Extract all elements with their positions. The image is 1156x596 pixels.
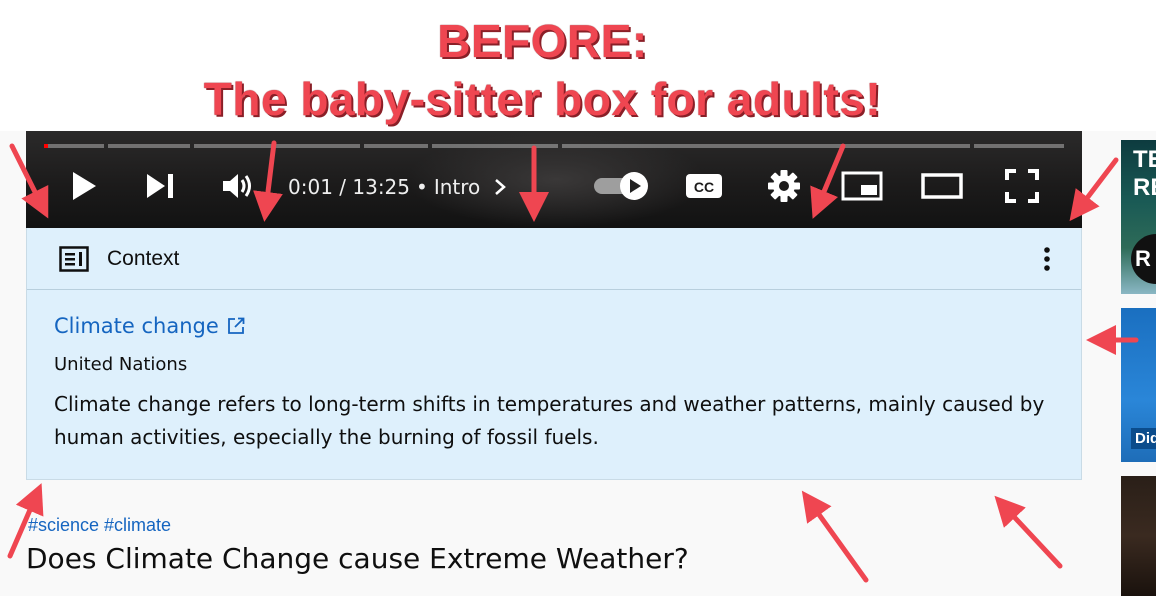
related-video-thumbnail[interactable]: Did — [1121, 308, 1156, 462]
chapter-segment[interactable] — [432, 144, 558, 148]
captions-button[interactable]: CC — [682, 166, 726, 206]
chapter-segment[interactable] — [48, 144, 104, 148]
chevron-right-icon[interactable] — [493, 178, 507, 196]
time-text: 0:01 / 13:25 — [288, 175, 411, 199]
external-link-icon — [227, 317, 245, 334]
context-title: Context — [107, 247, 180, 270]
annotation-arrow — [801, 490, 869, 583]
thumbnail-text: Did — [1131, 428, 1156, 449]
play-button[interactable] — [66, 166, 102, 206]
context-panel: Context Climate change United Nations Cl… — [26, 228, 1082, 480]
thumbnail-text: TE RE — [1133, 146, 1156, 201]
autoplay-icon — [594, 172, 648, 200]
related-video-thumbnail[interactable] — [1121, 476, 1156, 596]
annotation-arrow — [994, 495, 1063, 569]
settings-button[interactable] — [762, 166, 806, 206]
volume-icon — [223, 174, 251, 198]
annotation-title: BEFORE: — [437, 15, 648, 67]
more-vert-icon[interactable] — [1035, 244, 1059, 274]
next-icon — [147, 174, 173, 198]
chapter-segment[interactable] — [194, 144, 360, 148]
context-source: United Nations — [54, 354, 188, 375]
annotation-arrow — [1069, 157, 1119, 222]
chapter-segment[interactable] — [562, 144, 970, 148]
context-header: Context — [27, 228, 1081, 290]
annotation-subtitle: The baby-sitter box for adults! — [203, 73, 882, 125]
fullscreen-icon — [1005, 169, 1039, 203]
progress-bar[interactable] — [44, 144, 1064, 148]
next-button[interactable] — [142, 166, 178, 206]
miniplayer-button[interactable] — [840, 166, 884, 206]
context-body: Climate change refers to long-term shift… — [54, 392, 1045, 449]
theater-icon — [921, 173, 963, 199]
video-title: Does Climate Change cause Extreme Weathe… — [26, 542, 689, 575]
time-display: 0:01 / 13:25 • Intro — [288, 175, 507, 199]
play-icon — [73, 172, 96, 200]
chapter-segment[interactable] — [364, 144, 428, 148]
theater-button[interactable] — [920, 166, 964, 206]
volume-button[interactable] — [218, 166, 258, 206]
miniplayer-icon — [841, 171, 883, 201]
separator-dot: • — [416, 175, 428, 199]
related-video-thumbnail[interactable]: TE RE R — [1121, 140, 1156, 294]
autoplay-toggle[interactable] — [592, 166, 650, 206]
context-link-text[interactable]: Climate change — [54, 314, 219, 338]
captions-label: CC — [694, 179, 714, 195]
thumbnail-badge-letter: R — [1135, 246, 1151, 271]
context-link[interactable]: Climate change — [54, 314, 245, 338]
chapter-segment[interactable] — [974, 144, 1064, 148]
context-info-icon — [59, 246, 89, 272]
gear-icon — [768, 170, 800, 202]
captions-icon: CC — [686, 174, 722, 198]
chapter-title[interactable]: Intro — [434, 175, 480, 199]
video-hashtags[interactable]: #science #climate — [28, 515, 171, 536]
fullscreen-button[interactable] — [1000, 166, 1044, 206]
chapter-segment[interactable] — [108, 144, 190, 148]
video-player[interactable]: 0:01 / 13:25 • Intro CC — [26, 131, 1082, 228]
